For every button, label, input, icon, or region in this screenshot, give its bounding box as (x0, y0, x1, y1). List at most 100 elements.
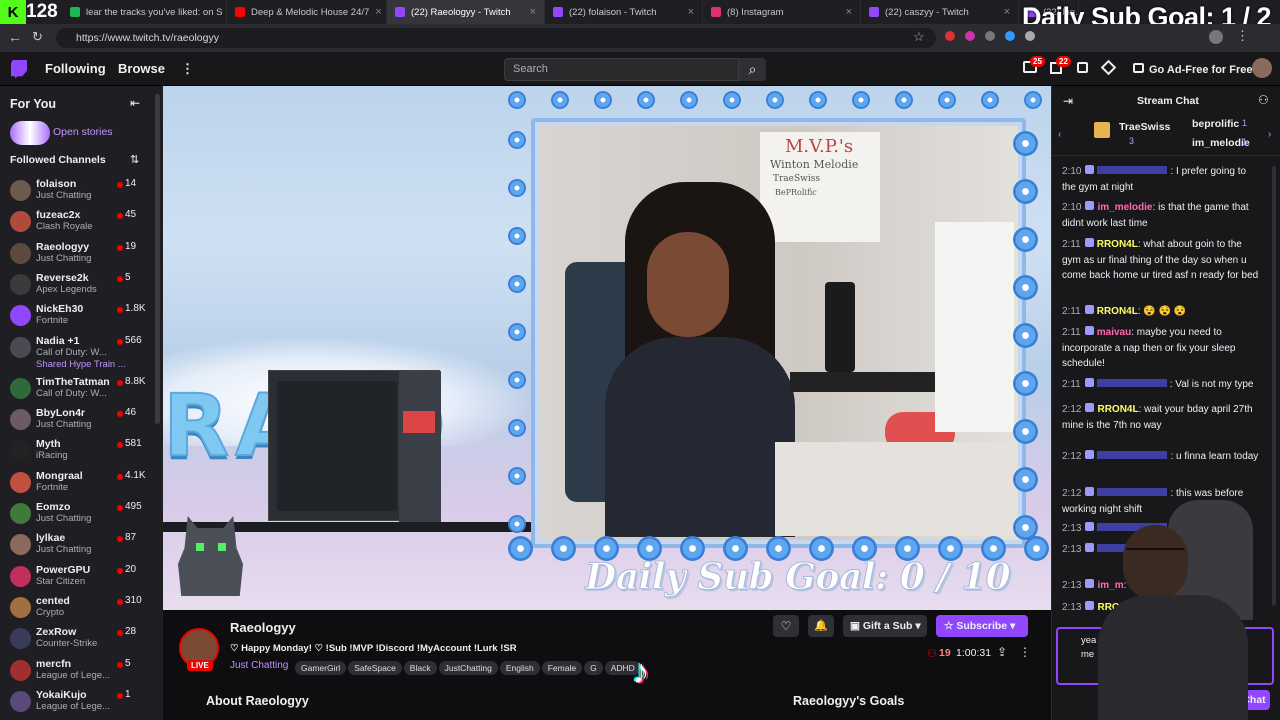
stream-tag[interactable]: JustChatting (438, 661, 498, 675)
chat-username[interactable]: im_melodie (1097, 202, 1152, 213)
channel-viewers: 581 (125, 438, 142, 450)
chat-message: 2:11: Val is not my type (1062, 378, 1254, 390)
extensions-icon[interactable] (945, 31, 1095, 45)
notification-bell-icon[interactable]: 🔔 (808, 615, 834, 637)
stream-tag[interactable]: G (584, 661, 603, 675)
browser-tab[interactable]: (22) caszyy - Twitch × (861, 0, 1019, 24)
browser-tab[interactable]: Deep & Melodic House 24/7 × (227, 0, 387, 24)
chat-username[interactable]: RRON4L (1097, 306, 1138, 317)
stream-category[interactable]: Just Chatting (230, 660, 288, 671)
whispers-icon[interactable] (1077, 62, 1088, 73)
leaderboard-next-icon[interactable]: › (1268, 129, 1271, 140)
browser-tab[interactable]: (8) Instagram × (703, 0, 861, 24)
chat-header: Stream Chat (1137, 95, 1199, 107)
sidebar-channel[interactable]: cented Crypto 310 (0, 594, 150, 625)
sidebar-channel[interactable]: ZexRow Counter-Strike 28 (0, 625, 150, 656)
live-dot-icon (117, 661, 123, 668)
followed-channel-list: folaison Just Chatting 14 fuzeac2x Clash Roy… (0, 177, 150, 717)
browser-tab[interactable]: lear the tracks you've liked: on S× (62, 0, 227, 24)
sidebar-channel[interactable]: BbyLon4r Just Chatting 46 (0, 406, 150, 437)
flower-decoration (1013, 227, 1038, 252)
collapse-sidebar-icon[interactable]: ⇤ (130, 96, 140, 110)
subscribe-button[interactable]: ☆ Subscribe ▾ (936, 615, 1028, 637)
channel-avatar (10, 180, 31, 201)
sidebar-channel[interactable]: Mongraal Fortnite 4.1K (0, 469, 150, 500)
ad-free-button[interactable]: Go Ad-Free for Free (1149, 61, 1253, 79)
share-icon[interactable]: ⇪ (997, 645, 1007, 659)
leaderboard-prev-icon[interactable]: ‹ (1058, 129, 1061, 140)
live-dot-icon (117, 338, 123, 345)
reload-icon[interactable]: ↻ (32, 29, 43, 45)
flower-decoration (508, 179, 526, 197)
sidebar-scrollbar[interactable] (155, 94, 160, 424)
stream-tag[interactable]: SafeSpace (348, 661, 402, 675)
browser-menu-icon[interactable]: ⋮ (1236, 28, 1249, 44)
follow-heart-icon[interactable]: ♡ (773, 615, 799, 637)
close-tab-icon[interactable]: × (682, 6, 694, 18)
channel-avatar (10, 503, 31, 524)
search-icon[interactable]: ⌕ (739, 58, 766, 81)
sidebar-channel[interactable]: mercfn League of Lege... 5 (0, 657, 150, 688)
video-player[interactable]: RAEOG M.V.P.'s Winton Melodie TraeSwiss … (163, 86, 1051, 610)
leader-1-name[interactable]: beprolific (1192, 118, 1239, 130)
sidebar-channel[interactable]: NickEh30 Fortnite 1.8K (0, 302, 150, 333)
sidebar-channel[interactable]: folaison Just Chatting 14 (0, 177, 150, 208)
stories-avatars[interactable] (10, 121, 50, 145)
top-gifter-name[interactable]: TraeSwiss (1119, 121, 1170, 133)
chat-scrollbar[interactable] (1272, 166, 1276, 606)
nav-more-icon[interactable]: ⋮ (181, 52, 194, 86)
stream-tag[interactable]: Black (403, 661, 437, 675)
sidebar-channel[interactable]: fuzeac2x Clash Royale 45 (0, 208, 150, 239)
username-placeholder[interactable] (1096, 379, 1167, 387)
chat-users-icon[interactable]: ⚇ (1258, 93, 1269, 107)
sort-icon[interactable]: ⇅ (130, 153, 139, 166)
open-stories-link[interactable]: Open stories (53, 126, 113, 138)
more-options-icon[interactable]: ⋮ (1019, 645, 1031, 659)
channel-name[interactable]: Raeologyy (230, 620, 296, 635)
sidebar-channel[interactable]: YokaiKujo League of Lege... 1 (0, 688, 150, 719)
chat-message-text: 😵 😵 😵 (1143, 306, 1187, 317)
nav-following[interactable]: Following (45, 52, 106, 86)
sidebar-channel[interactable]: Raeologyy Just Chatting 19 (0, 240, 150, 271)
bookmark-star-icon[interactable]: ☆ (913, 29, 925, 45)
browser-tab[interactable]: (22) folaison - Twitch × (545, 0, 703, 24)
channel-category: Just Chatting (36, 513, 92, 524)
browser-tab[interactable]: (22) Raeologyy - Twitch × (387, 0, 545, 24)
chat-username[interactable]: RRON4L (1097, 239, 1138, 250)
nav-browse[interactable]: Browse (118, 52, 165, 86)
search-input[interactable]: Search (504, 58, 739, 81)
shared-hype-train[interactable]: Shared Hype Train ... (0, 359, 150, 373)
gift-sub-button[interactable]: ▣ Gift a Sub ▾ (843, 615, 927, 637)
sidebar-channel[interactable]: PowerGPU Star Citizen 20 (0, 563, 150, 594)
profile-avatar[interactable] (1209, 30, 1223, 44)
chat-username[interactable]: RRON4L (1097, 404, 1138, 415)
user-avatar[interactable] (1252, 58, 1272, 78)
chat-badge-icon (1085, 579, 1095, 588)
username-placeholder[interactable] (1097, 166, 1168, 174)
flower-decoration (551, 536, 576, 561)
back-icon[interactable]: ← (8, 29, 22, 45)
chat-message: 2:11 maivau: maybe you need to incorporat… (1062, 326, 1236, 369)
collapse-chat-icon[interactable]: ⇥ (1063, 94, 1073, 108)
channel-name: ZexRow (36, 626, 77, 639)
channel-category: Fortnite (36, 481, 69, 493)
sidebar-channel[interactable]: Myth iRacing 581 (0, 437, 150, 468)
stream-tag[interactable]: English (499, 661, 540, 675)
close-tab-icon[interactable]: × (524, 6, 536, 18)
close-tab-icon[interactable]: × (840, 6, 852, 18)
flower-decoration (508, 419, 526, 437)
address-bar[interactable]: https://www.twitch.tv/raeologyy (56, 28, 936, 48)
sidebar-channel[interactable]: TimTheTatman Call of Duty: W... 8.8K (0, 375, 150, 406)
sidebar-channel[interactable]: Eomzo Just Chatting 495 (0, 500, 150, 531)
chat-badge-icon (1085, 403, 1095, 412)
chat-username[interactable]: maivau (1097, 327, 1131, 338)
flower-decoration (809, 91, 827, 109)
close-tab-icon[interactable]: × (369, 6, 381, 18)
close-tab-icon[interactable]: × (998, 6, 1010, 18)
sidebar-channel[interactable]: Reverse2k Apex Legends 5 (0, 271, 150, 302)
stream-tag[interactable]: Female (541, 661, 583, 675)
sidebar-channel[interactable]: lylkae Just Chatting 87 (0, 531, 150, 562)
username-placeholder[interactable] (1097, 451, 1168, 459)
stream-tag[interactable]: GamerGirl (295, 661, 347, 675)
username-placeholder[interactable] (1097, 488, 1168, 496)
